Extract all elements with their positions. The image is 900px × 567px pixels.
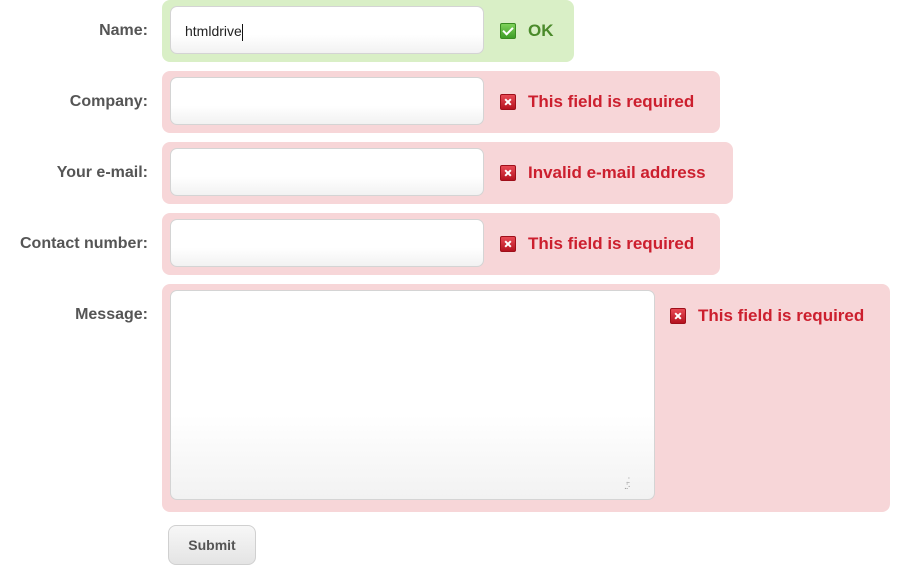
company-status: This field is required — [500, 92, 694, 112]
contact-number-input[interactable] — [170, 219, 484, 267]
company-row: Company: This field is required — [0, 71, 900, 133]
message-row: Message: This field is required — [0, 284, 900, 512]
message-status: This field is required — [670, 306, 864, 326]
name-input[interactable]: htmldrive — [170, 6, 484, 54]
contact-status-text: This field is required — [528, 234, 695, 253]
message-status-text: This field is required — [698, 306, 865, 325]
cross-icon — [500, 94, 516, 110]
check-icon — [500, 23, 516, 39]
message-label: Message: — [75, 306, 148, 323]
cross-icon — [500, 165, 516, 181]
email-status-text: Invalid e-mail address — [528, 163, 706, 182]
name-status-text: OK — [528, 21, 554, 40]
name-label: Name: — [99, 22, 148, 39]
company-status-text: This field is required — [528, 92, 695, 111]
company-input[interactable] — [170, 77, 484, 125]
contact-form: Name: htmldrive OK Company: This field i… — [0, 0, 900, 567]
contact-label: Contact number: — [20, 235, 148, 252]
submit-button[interactable]: Submit — [168, 525, 256, 565]
company-label: Company: — [69, 93, 148, 110]
name-row: Name: htmldrive OK — [0, 0, 900, 62]
name-status: OK — [500, 21, 554, 41]
email-input[interactable] — [170, 148, 484, 196]
cross-icon — [500, 236, 516, 252]
email-row: Your e-mail: Invalid e-mail address — [0, 142, 900, 204]
text-caret — [241, 23, 243, 41]
contact-status: This field is required — [500, 234, 694, 254]
email-status: Invalid e-mail address — [500, 163, 706, 183]
email-label: Your e-mail: — [56, 164, 148, 181]
name-input-value: htmldrive — [185, 23, 242, 39]
contact-row: Contact number: This field is required — [0, 213, 900, 275]
cross-icon — [670, 308, 686, 324]
message-textarea[interactable] — [170, 290, 655, 500]
resize-grip-icon[interactable]: .: .:· — [624, 476, 638, 492]
